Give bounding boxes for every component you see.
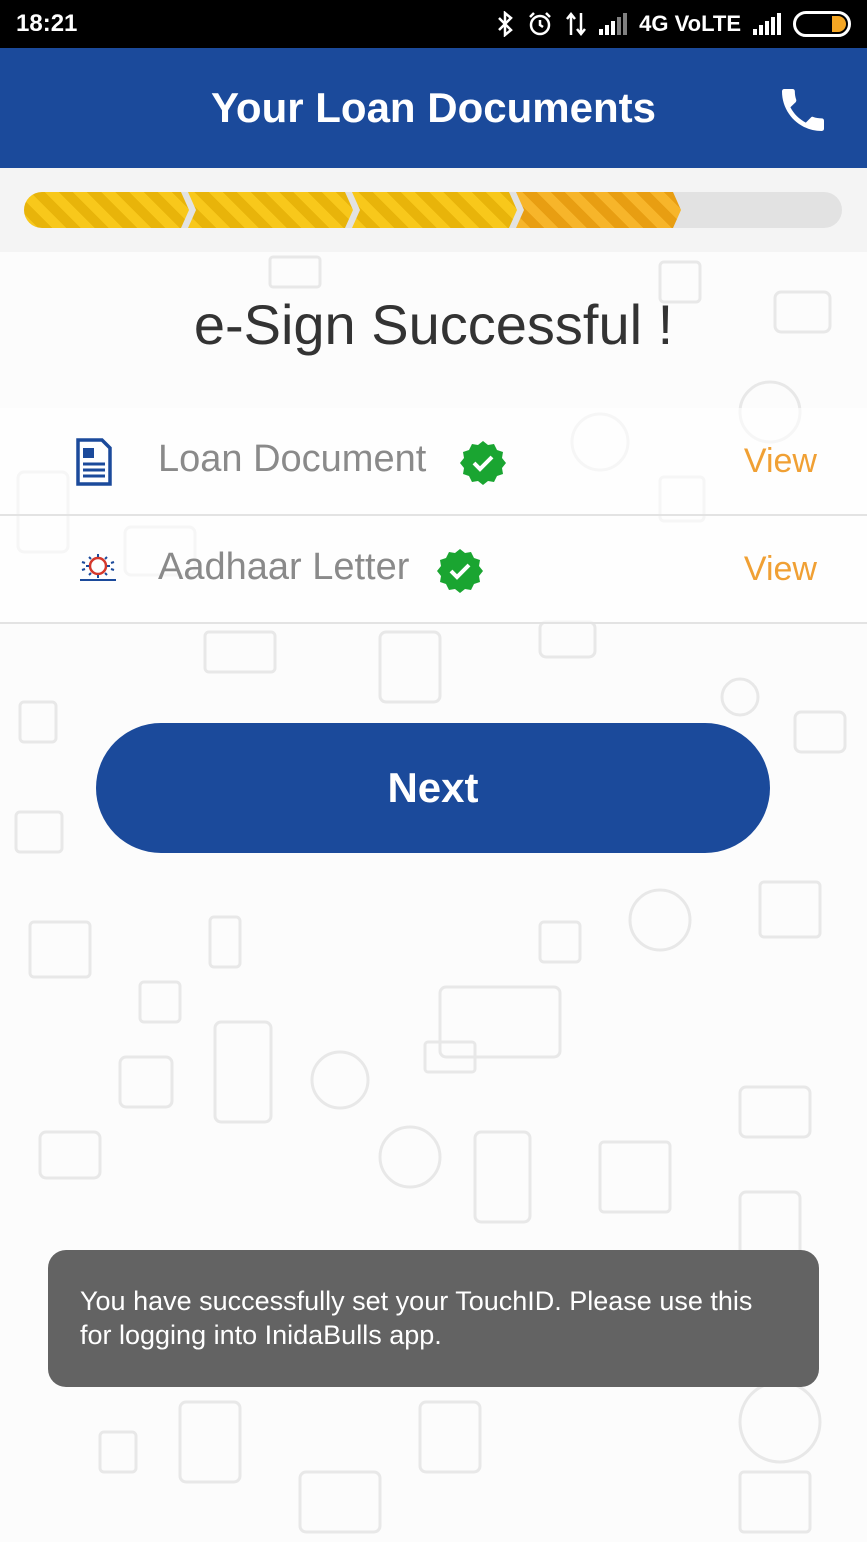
next-button[interactable]: Next — [96, 723, 770, 853]
esign-success-heading: e-Sign Successful ! — [193, 293, 674, 356]
phone-icon[interactable] — [775, 82, 831, 138]
document-row-loan: Loan Document View — [0, 408, 867, 516]
aadhaar-logo-icon — [80, 554, 116, 581]
battery-icon — [793, 11, 851, 37]
progress-bar — [24, 192, 842, 228]
touchid-toast: You have successfully set your TouchID. … — [48, 1250, 819, 1387]
alarm-icon — [527, 11, 553, 37]
progress-section — [0, 168, 867, 252]
document-label: Aadhaar Letter — [158, 546, 410, 588]
signal-icon-2 — [753, 13, 781, 35]
progress-step-2 — [188, 192, 353, 228]
status-bar: 18:21 4G VoLTE — [0, 0, 867, 48]
main-content: e-Sign Successful ! Loan Document View A… — [0, 252, 867, 1542]
document-label: Loan Document — [158, 438, 427, 480]
view-link-loan-document[interactable]: View — [744, 442, 817, 481]
progress-step-3 — [352, 192, 517, 228]
document-icon — [76, 438, 112, 486]
verified-check-icon — [437, 549, 483, 593]
document-row-aadhaar: Aadhaar Letter View — [0, 516, 867, 624]
progress-step-1 — [24, 192, 189, 228]
bluetooth-icon — [497, 11, 515, 37]
signal-icon — [599, 13, 628, 35]
status-icons: 4G VoLTE — [497, 11, 851, 37]
network-label: 4G VoLTE — [639, 11, 741, 36]
data-transfer-icon — [565, 11, 587, 37]
status-time: 18:21 — [16, 10, 78, 37]
progress-step-4 — [516, 192, 681, 228]
app-header: Your Loan Documents — [0, 48, 867, 168]
verified-check-icon — [460, 441, 506, 485]
page-title: Your Loan Documents — [211, 84, 656, 131]
view-link-aadhaar-letter[interactable]: View — [744, 550, 817, 589]
